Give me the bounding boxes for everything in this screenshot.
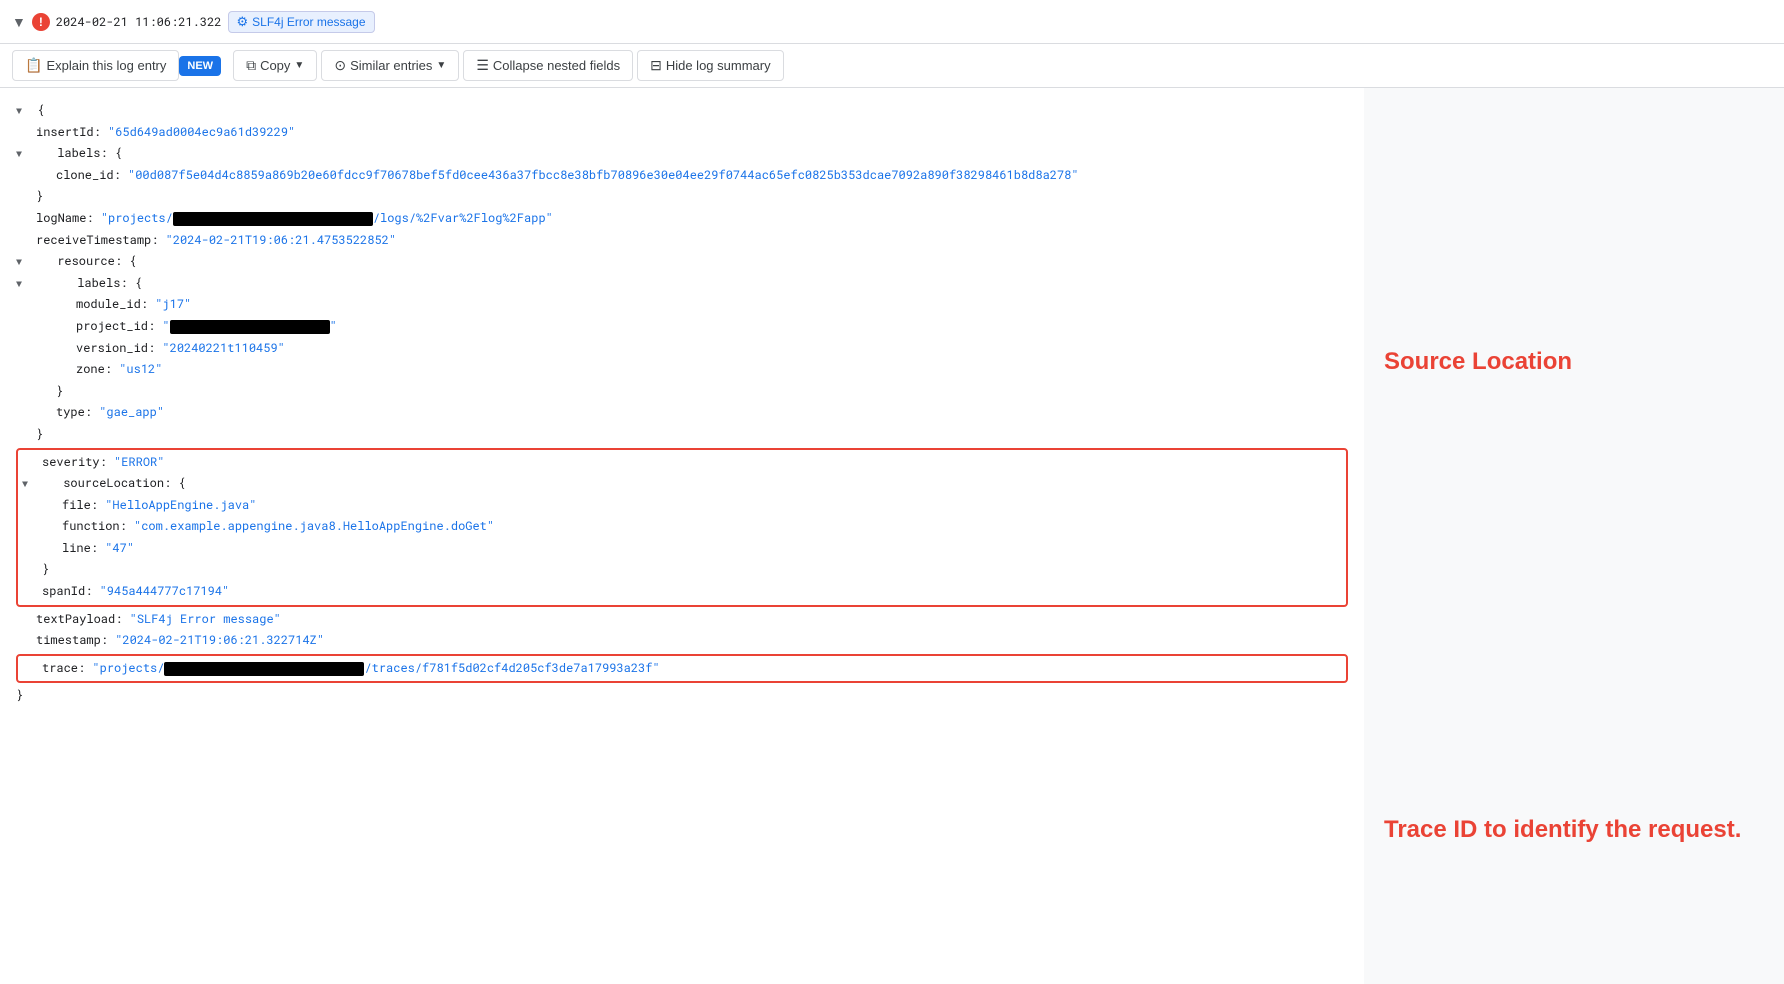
- log-name-line: logName: "projects//logs/%2Fvar%2Flog%2F…: [16, 208, 1348, 230]
- source-location-expand[interactable]: ▼: [22, 475, 36, 493]
- labels-close: }: [16, 186, 1348, 208]
- collapse-icon: ☰: [476, 57, 489, 74]
- resource-expand[interactable]: ▼: [16, 253, 30, 271]
- receive-timestamp-line: receiveTimestamp: "2024-02-21T19:06:21.4…: [16, 230, 1348, 252]
- log-name-redacted: [173, 212, 373, 226]
- source-location-open: ▼ sourceLocation: {: [22, 473, 1342, 495]
- similar-dropdown-icon: ▼: [436, 60, 446, 71]
- collapse-chevron[interactable]: ▼: [12, 14, 26, 30]
- function-line: function: "com.example.appengine.java8.H…: [22, 516, 1342, 538]
- error-severity-icon: !: [32, 13, 50, 31]
- project-id-redacted: [170, 320, 330, 334]
- root-open: ▼ {: [16, 100, 1348, 122]
- trace-id-annotation: Trace ID to identify the request.: [1384, 816, 1764, 844]
- new-badge: NEW: [179, 56, 221, 76]
- resource-labels-open: ▼ labels: {: [16, 273, 1348, 295]
- source-location-highlight: severity: "ERROR" ▼ sourceLocation: { fi…: [16, 448, 1348, 607]
- resource-labels-expand[interactable]: ▼: [16, 275, 30, 293]
- resource-close: }: [16, 424, 1348, 446]
- collapse-button[interactable]: ☰ Collapse nested fields: [463, 50, 633, 81]
- source-location-label: Source Location: [1384, 348, 1572, 376]
- file-line: file: "HelloAppEngine.java": [22, 495, 1342, 517]
- log-tag-label: SLF4j Error message: [252, 15, 365, 29]
- toolbar: 📋 Explain this log entry NEW ⧉ Copy ▼ ⊙ …: [0, 44, 1784, 88]
- hide-summary-button[interactable]: ⊟ Hide log summary: [637, 50, 784, 81]
- trace-line: trace: "projects//traces/f781f5d02cf4d20…: [22, 658, 1342, 680]
- hide-icon: ⊟: [650, 57, 662, 74]
- source-location-annotation: Source Location: [1384, 348, 1764, 376]
- resource-open: ▼ resource: {: [16, 251, 1348, 273]
- copy-button[interactable]: ⧉ Copy ▼: [233, 50, 317, 81]
- source-location-close: }: [22, 559, 1342, 581]
- log-timestamp: 2024-02-21 11:06:21.322: [56, 14, 222, 30]
- project-id-line: project_id: "": [16, 316, 1348, 338]
- copy-icon: ⧉: [246, 57, 256, 74]
- labels-expand[interactable]: ▼: [16, 145, 30, 163]
- copy-dropdown-icon: ▼: [294, 60, 304, 71]
- log-type-tag: ⚙ SLF4j Error message: [228, 11, 375, 33]
- explain-button[interactable]: 📋 Explain this log entry: [12, 50, 179, 81]
- insert-id-line: insertId: "65d649ad0004ec9a61d39229": [16, 122, 1348, 144]
- similar-entries-button[interactable]: ⊙ Similar entries ▼: [321, 50, 459, 81]
- type-line: type: "gae_app": [16, 402, 1348, 424]
- module-id-line: module_id: "j17": [16, 294, 1348, 316]
- resource-labels-close: }: [16, 381, 1348, 403]
- top-bar: ▼ ! 2024-02-21 11:06:21.322 ⚙ SLF4j Erro…: [0, 0, 1784, 44]
- text-payload-line: textPayload: "SLF4j Error message": [16, 609, 1348, 631]
- log-entry-header: ▼ ! 2024-02-21 11:06:21.322 ⚙ SLF4j Erro…: [12, 11, 375, 33]
- root-close: }: [16, 685, 1348, 707]
- explain-icon: 📋: [25, 57, 42, 74]
- zone-line: zone: "us12": [16, 359, 1348, 381]
- span-id-line: spanId: "945a444777c17194": [22, 581, 1342, 603]
- line-number-line: line: "47": [22, 538, 1342, 560]
- severity-line: severity: "ERROR": [22, 452, 1342, 474]
- version-id-line: version_id: "20240221t110459": [16, 338, 1348, 360]
- log-panel[interactable]: ▼ { insertId: "65d649ad0004ec9a61d39229"…: [0, 88, 1364, 984]
- timestamp-line: timestamp: "2024-02-21T19:06:21.322714Z": [16, 630, 1348, 652]
- clone-id-line: clone_id: "00d087f5e04d4c8859a869b20e60f…: [16, 165, 1348, 187]
- trace-redacted: [164, 662, 364, 676]
- similar-icon: ⊙: [334, 57, 346, 74]
- annotation-panel: Source Location Trace ID to identify the…: [1364, 88, 1784, 984]
- trace-id-label: Trace ID to identify the request.: [1384, 816, 1741, 844]
- filter-icon: ⚙: [237, 14, 249, 30]
- root-expand[interactable]: ▼: [16, 102, 30, 120]
- labels-open: ▼ labels: {: [16, 143, 1348, 165]
- main-layout: ▼ { insertId: "65d649ad0004ec9a61d39229"…: [0, 88, 1784, 984]
- trace-highlight: trace: "projects//traces/f781f5d02cf4d20…: [16, 654, 1348, 684]
